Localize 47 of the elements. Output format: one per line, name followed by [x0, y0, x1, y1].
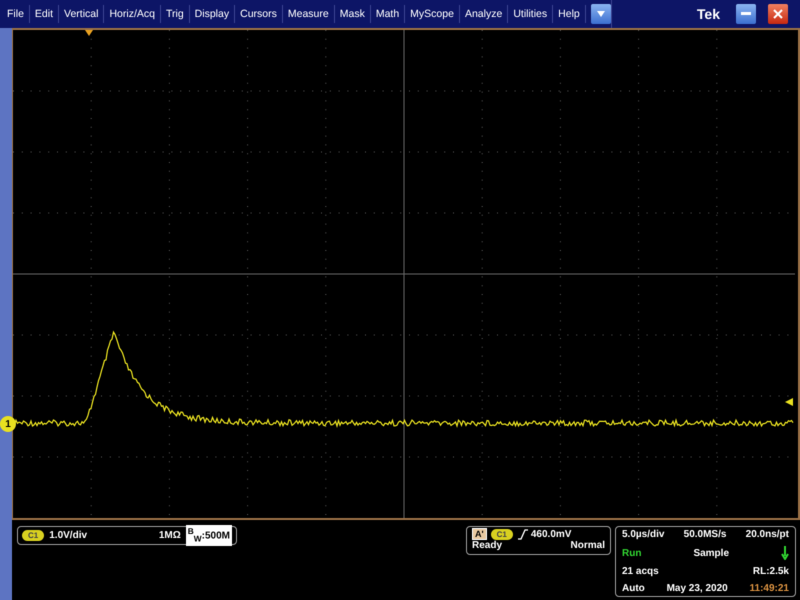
trigger-state: Ready [472, 540, 502, 551]
trigger-position-icon [85, 30, 93, 36]
vertical-scale: 1.0V/div [49, 530, 88, 541]
menu-item[interactable]: Cursors [235, 5, 283, 23]
menu-item[interactable]: Measure [282, 5, 335, 23]
down-arrow-icon [781, 546, 789, 560]
menu-item[interactable]: MyScope [405, 5, 460, 23]
record-length: RL:2.5k [752, 566, 789, 577]
menu-item[interactable]: Horiz/Acq [104, 5, 161, 23]
trigger-source: A' [472, 528, 487, 540]
horizontal-scale: 5.0µs/div [622, 529, 664, 540]
caret-icon [596, 10, 606, 18]
menu-item[interactable]: Display [190, 5, 236, 23]
close-icon [773, 9, 783, 19]
close-button[interactable] [768, 4, 788, 24]
time: 11:49:21 [750, 583, 789, 594]
menu-item[interactable]: Vertical [59, 5, 104, 23]
menu-item[interactable]: Utilities [508, 5, 554, 23]
time-per-point: 20.0ns/pt [746, 529, 789, 540]
channel-badge: C1 [22, 530, 44, 541]
acquisition-mode: Sample [693, 548, 730, 558]
trigger-mode: Auto [622, 583, 645, 594]
trigger-level-icon [785, 398, 793, 406]
trigger-level: 460.0mV [530, 528, 572, 540]
date: May 23, 2020 [666, 583, 728, 594]
menu-item[interactable]: Math [370, 5, 406, 23]
menu-item[interactable]: Help [553, 5, 586, 23]
minimize-icon [741, 12, 751, 16]
termination: 1MΩ [158, 530, 181, 541]
brand-logo: Tek [696, 6, 720, 22]
menu-item[interactable]: Analyze [460, 5, 508, 23]
menu-item[interactable]: Trig [160, 5, 190, 23]
trigger-type: Normal [570, 540, 605, 551]
channel-marker[interactable]: 1 [0, 416, 16, 432]
sample-rate: 50.0MS/s [684, 529, 726, 540]
minimize-button[interactable] [736, 4, 756, 24]
rising-edge-icon [518, 528, 528, 540]
run-state: Run [622, 548, 642, 558]
timebase-readout[interactable]: 5.0µs/div 50.0MS/s 20.0ns/pt Run Sample 21 acqs RL:2.5k Auto May 23, 2020 11:49:21 [615, 526, 796, 597]
menu-item[interactable]: Mask [334, 5, 371, 23]
trigger-readout[interactable]: A' C1 460.0mV Ready Normal [466, 526, 611, 555]
dropdown-button[interactable] [590, 4, 611, 24]
menu-item[interactable]: Edit [30, 5, 60, 23]
channel-readout[interactable]: C1 1.0V/div 1MΩ $^{B}$$_{W}$:500M [17, 526, 237, 545]
acquisition-count: 21 acqs [622, 566, 659, 577]
channel-badge: C1 [490, 528, 513, 540]
menu-item[interactable]: File [2, 5, 30, 23]
